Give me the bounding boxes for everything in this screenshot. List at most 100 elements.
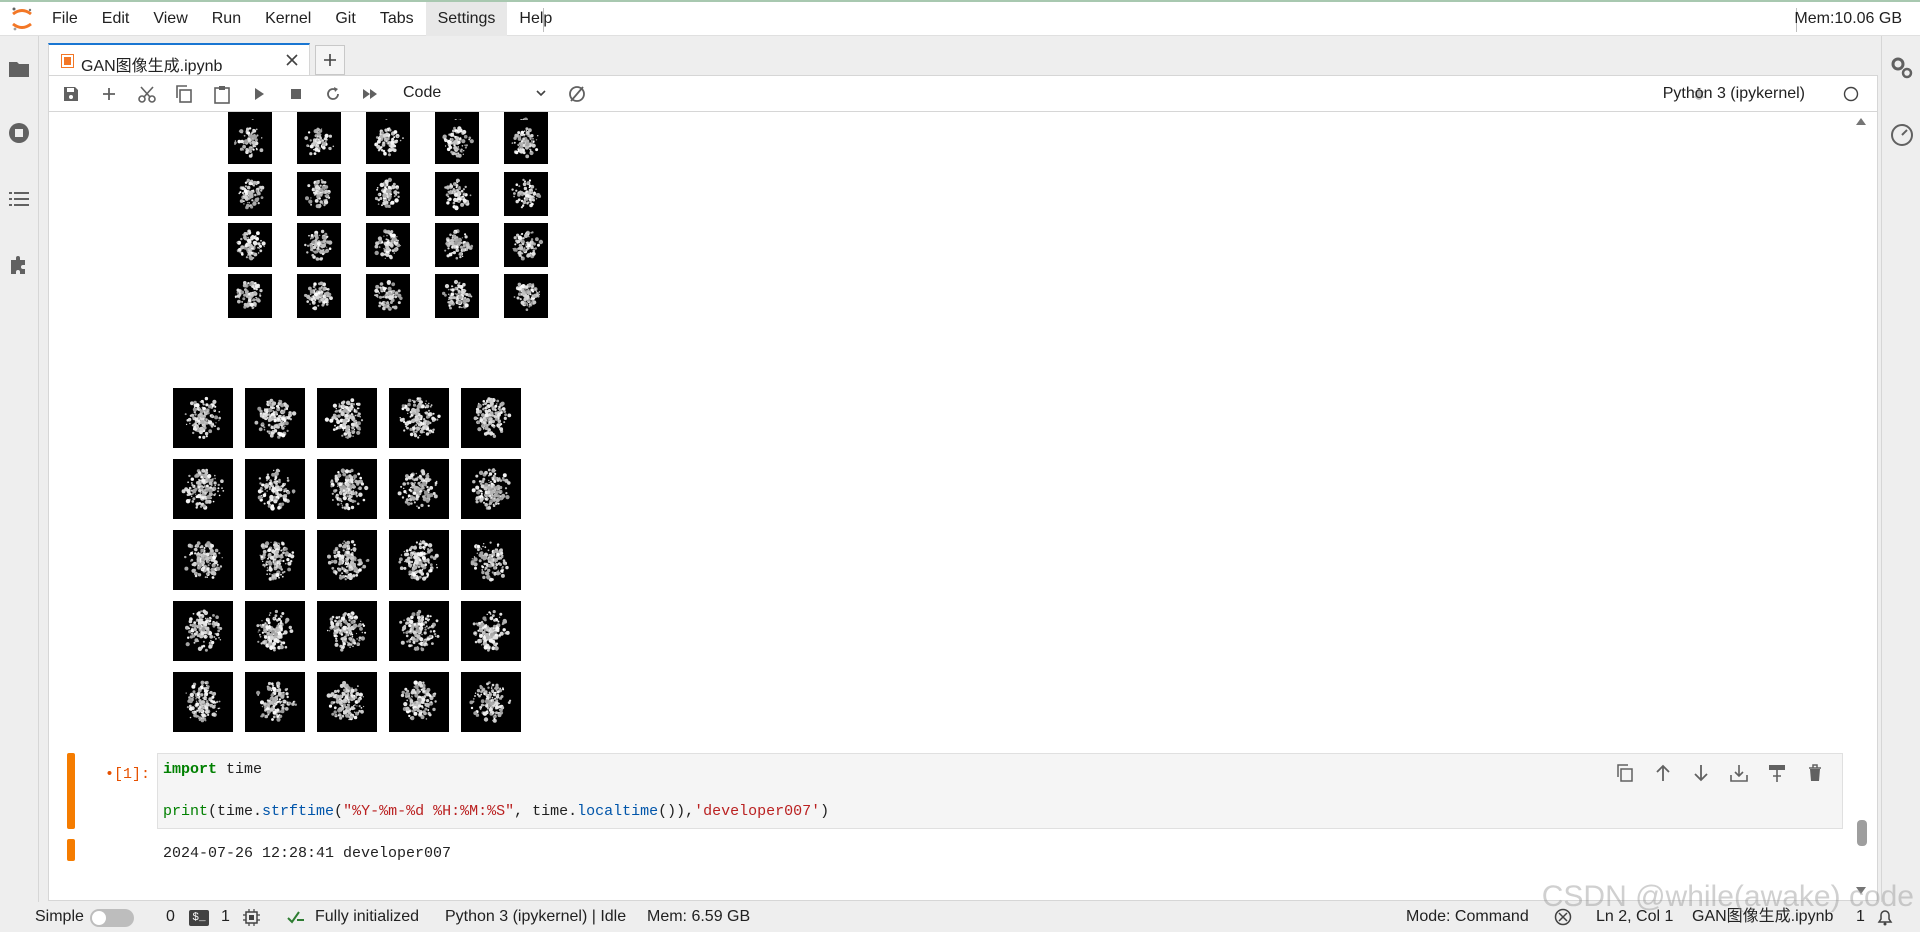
- code-editor[interactable]: import time print(time.strftime("%Y-%m-%…: [157, 753, 1843, 829]
- terminal-icon[interactable]: $_: [189, 910, 209, 926]
- generated-digit-image: [461, 601, 521, 661]
- menu-help[interactable]: Help: [507, 2, 564, 36]
- running-terminals-count[interactable]: 0: [166, 902, 175, 932]
- paste-icon[interactable]: [212, 84, 232, 104]
- copy-icon[interactable]: [174, 84, 194, 104]
- generated-digit-image: [435, 172, 479, 216]
- generated-digit-image: [245, 601, 305, 661]
- simple-mode-toggle[interactable]: [90, 909, 134, 927]
- code-text: ): [820, 803, 830, 820]
- property-inspector-icon[interactable]: [1890, 56, 1914, 80]
- lsp-status-icon[interactable]: [287, 909, 305, 925]
- close-icon[interactable]: [285, 53, 299, 67]
- delete-cell-icon[interactable]: [1804, 762, 1826, 784]
- digit-image: [399, 609, 440, 652]
- generated-digit-image: [173, 601, 233, 661]
- digit-image: [238, 178, 265, 210]
- running-kernels-count[interactable]: 1: [221, 902, 230, 932]
- code-text: , time.: [514, 803, 578, 820]
- cursor-position[interactable]: Ln 2, Col 1: [1596, 902, 1673, 932]
- duplicate-cell-icon[interactable]: [1614, 762, 1636, 784]
- menu-settings[interactable]: Settings: [425, 2, 508, 36]
- digit-image: [327, 540, 370, 581]
- code-text: time: [217, 761, 263, 778]
- kernel-status[interactable]: Python 3 (ipykernel) | Idle: [445, 902, 626, 932]
- running-kernels-icon[interactable]: [8, 122, 30, 144]
- cell-output: 2024-07-26 12:28:41 developer007: [163, 845, 452, 862]
- move-up-icon[interactable]: [1652, 762, 1674, 784]
- digit-image: [473, 397, 512, 438]
- notification-bell-icon[interactable]: [1875, 907, 1895, 927]
- extension-manager-icon[interactable]: [8, 254, 30, 276]
- digit-image: [444, 229, 474, 260]
- simple-mode-label: Simple: [35, 908, 84, 925]
- move-down-icon[interactable]: [1690, 762, 1712, 784]
- cell-type-value: Code: [403, 84, 442, 101]
- debugger-gauge-icon[interactable]: [1890, 122, 1914, 146]
- interrupt-kernel-icon[interactable]: [286, 84, 306, 104]
- table-of-contents-icon[interactable]: [8, 188, 30, 210]
- generated-digit-image: [389, 601, 449, 661]
- code-string: 'developer007': [694, 803, 821, 820]
- digit-image: [305, 179, 331, 209]
- menu-view[interactable]: View: [141, 2, 199, 36]
- left-sidebar: [0, 36, 39, 902]
- digit-image: [257, 468, 296, 511]
- kernel-name-button[interactable]: Python 3 (ipykernel): [1663, 76, 1805, 112]
- code-text: ()),: [658, 803, 695, 820]
- menu-edit[interactable]: Edit: [90, 2, 142, 36]
- code-function: localtime: [577, 803, 659, 820]
- menu-git[interactable]: Git: [323, 2, 367, 36]
- menu-kernel[interactable]: Kernel: [253, 2, 323, 36]
- git-diff-icon[interactable]: [567, 84, 587, 104]
- git-status-icon[interactable]: [1554, 908, 1572, 926]
- cpu-chip-icon: [243, 909, 260, 926]
- digit-image: [444, 178, 472, 211]
- generated-digit-image: [173, 459, 233, 519]
- digit-image: [374, 229, 401, 260]
- generated-digit-image: [297, 223, 341, 267]
- insert-above-icon[interactable]: [1728, 762, 1750, 784]
- run-cell-icon[interactable]: [249, 84, 269, 104]
- cut-icon[interactable]: [137, 84, 157, 104]
- insert-cell-icon[interactable]: [99, 84, 119, 104]
- cell-input-collapser[interactable]: [67, 753, 75, 829]
- digit-image: [326, 611, 367, 652]
- menu-run[interactable]: Run: [200, 2, 253, 36]
- digit-image: [442, 126, 474, 158]
- generated-digit-image: [389, 388, 449, 448]
- menu-bar: File Edit View Run Kernel Git Tabs Setti…: [0, 0, 1920, 36]
- generated-digit-image: [317, 388, 377, 448]
- kernel-idle-icon: [1843, 86, 1859, 102]
- scrollbar-thumb[interactable]: [1857, 820, 1867, 846]
- status-bar: Simple 0 $_ 1 Fully initialized Python 3…: [0, 902, 1920, 932]
- menu-tabs[interactable]: Tabs: [368, 2, 426, 36]
- cell-toolbar: [1614, 762, 1826, 784]
- generated-digit-image: [504, 172, 548, 216]
- save-icon[interactable]: [61, 84, 81, 104]
- generated-digit-image: [435, 120, 479, 164]
- restart-run-all-icon[interactable]: [360, 84, 380, 104]
- scroll-up-arrow-icon[interactable]: [1855, 116, 1867, 126]
- folder-icon[interactable]: [8, 58, 30, 80]
- scroll-down-arrow-icon[interactable]: [1855, 886, 1867, 896]
- insert-below-icon[interactable]: [1766, 762, 1788, 784]
- digit-image: [511, 178, 542, 209]
- generated-digit-image: [317, 530, 377, 590]
- new-launcher-button[interactable]: [315, 45, 345, 75]
- digit-image: [256, 609, 294, 652]
- cell-type-dropdown[interactable]: Code: [403, 80, 553, 106]
- cell-prompt: •[1]:: [105, 766, 151, 783]
- cell-output-collapser[interactable]: [67, 839, 75, 861]
- lsp-status-text[interactable]: Fully initialized: [315, 902, 419, 932]
- notification-count[interactable]: 1: [1856, 902, 1865, 932]
- generated-digit-image: [245, 530, 305, 590]
- notebook-toolbar: Code Python 3 (ipykernel): [49, 76, 1877, 112]
- restart-kernel-icon[interactable]: [323, 84, 343, 104]
- generated-digit-image: [366, 223, 410, 267]
- document-tab-bar: GAN图像生成.ipynb: [48, 41, 1878, 77]
- generated-digit-image: [297, 274, 341, 318]
- main-menu: File Edit View Run Kernel Git Tabs Setti…: [40, 2, 564, 36]
- tab-notebook[interactable]: GAN图像生成.ipynb: [48, 43, 310, 77]
- menu-file[interactable]: File: [40, 2, 90, 36]
